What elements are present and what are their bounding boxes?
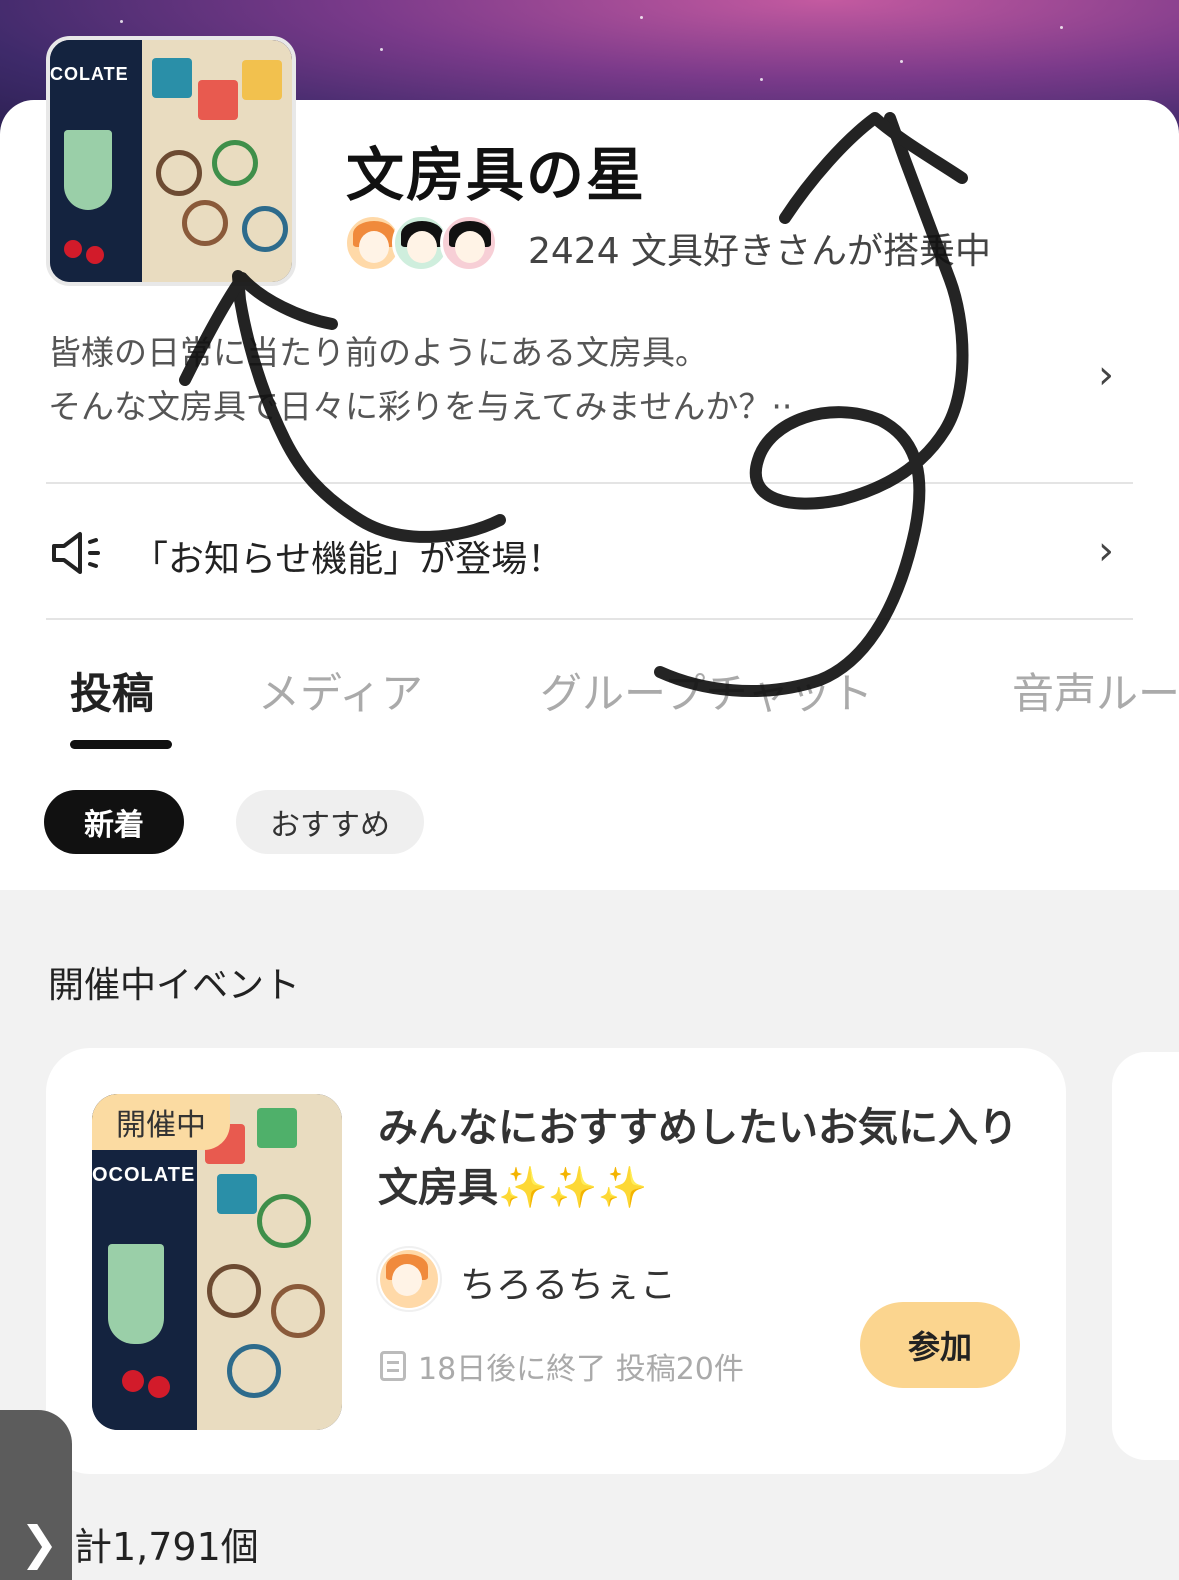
filter-recommended-chip[interactable]: おすすめ <box>236 790 424 854</box>
join-button[interactable]: 参加 <box>860 1302 1020 1388</box>
chevron-right-icon[interactable]: › <box>1098 528 1114 574</box>
tab-posts[interactable]: 投稿 <box>70 660 154 721</box>
member-avatars[interactable] <box>344 214 514 274</box>
event-card-next[interactable] <box>1112 1052 1179 1460</box>
host-name[interactable]: ちろるちぇこ <box>460 1256 676 1308</box>
tab-group-chat[interactable]: グループチャット <box>540 660 873 721</box>
tab-voice-room[interactable]: 音声ルー <box>1012 660 1179 721</box>
description-line: 皆様の日常に当たり前のようにある文房具。 <box>48 333 708 372</box>
host-avatar[interactable] <box>376 1246 442 1312</box>
event-meta: 18日後に終了 投稿20件 <box>380 1344 744 1388</box>
event-meta-text: 18日後に終了 投稿20件 <box>418 1352 744 1387</box>
community-title: 文房具の星 <box>346 141 647 209</box>
notice-text[interactable]: 「お知らせ機能」が登場！ <box>132 530 563 582</box>
chevron-right-icon: ❯ <box>20 1516 59 1570</box>
cover-tin-label: COLATE <box>50 64 129 84</box>
tab-bar: 投稿 メディア グループチャット 音声ルー <box>0 650 1179 750</box>
divider <box>46 482 1133 484</box>
event-title[interactable]: みんなにおすすめしたいお気に入り文房具✨✨✨ <box>378 1098 1038 1218</box>
member-avatar <box>440 214 498 272</box>
divider <box>46 618 1133 620</box>
chevron-right-icon[interactable]: › <box>1098 352 1114 398</box>
total-count: 計1,791個 <box>74 1525 259 1569</box>
filter-new-chip[interactable]: 新着 <box>44 790 184 854</box>
events-section-title: 開催中イベント <box>48 965 301 1006</box>
speaker-icon <box>52 532 100 574</box>
event-status-badge: 開催中 <box>92 1094 230 1150</box>
community-description[interactable]: 皆様の日常に当たり前のようにある文房具。 そんな文房具で日々に彩りを与えてみませ… <box>48 326 1088 434</box>
description-line: そんな文房具で日々に彩りを与えてみませんか？·· <box>48 387 793 426</box>
member-count: 2424 文具好きさんが搭乗中 <box>528 231 992 272</box>
community-cover-image[interactable]: COLATE <box>46 36 296 286</box>
event-tin-label: OCOLATE <box>92 1164 196 1186</box>
tab-media[interactable]: メディア <box>258 660 423 721</box>
active-tab-indicator <box>70 740 172 749</box>
document-icon <box>380 1351 406 1381</box>
floating-side-handle[interactable]: ❯ <box>0 1410 72 1580</box>
